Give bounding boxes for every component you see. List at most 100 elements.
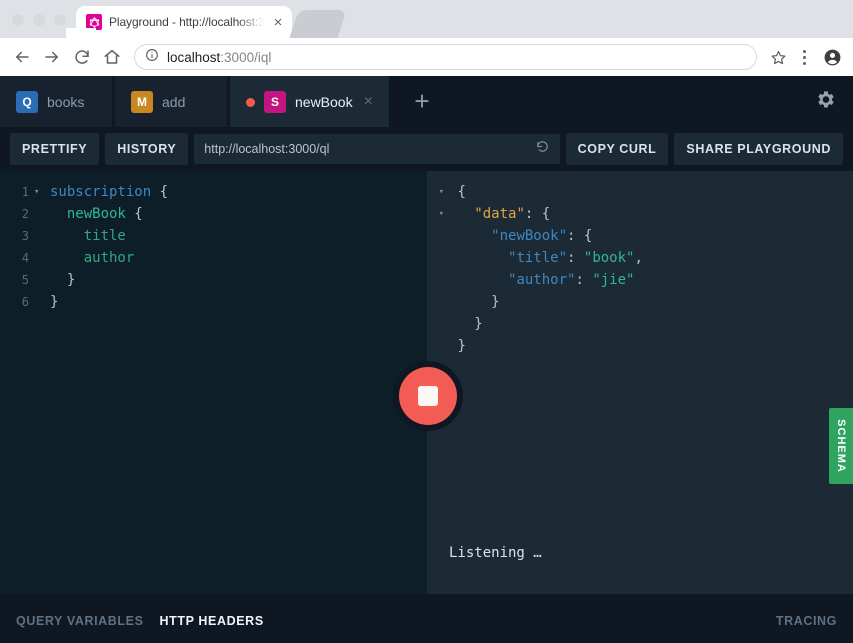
endpoint-input[interactable]: http://localhost:3000/ql [194, 134, 560, 164]
fold-arrow-icon[interactable] [34, 291, 46, 313]
operation-type-badge: M [131, 91, 153, 113]
line-number: 3 [21, 229, 29, 243]
reload-icon[interactable] [68, 43, 96, 71]
schema-drawer-tab[interactable]: SCHEMA [829, 408, 853, 484]
browser-chrome: Playground - http://localhost:3 × localh… [0, 0, 853, 76]
minimize-window-button[interactable] [33, 14, 45, 26]
fold-arrow-icon[interactable] [427, 269, 449, 291]
address-bar-url: localhost:3000/iql [167, 50, 271, 65]
star-icon[interactable] [765, 44, 791, 70]
response-text: } [474, 316, 483, 332]
gear-icon[interactable] [815, 88, 837, 115]
forward-arrow-icon[interactable] [38, 43, 66, 71]
fold-arrow-icon[interactable] [427, 335, 449, 357]
response-text: } [491, 294, 500, 310]
fold-arrow-icon[interactable]: ▾ [34, 181, 46, 203]
graphql-favicon [86, 14, 102, 30]
playground-tab-newbook[interactable]: S newBook × [230, 76, 389, 127]
history-button[interactable]: HISTORY [105, 133, 189, 165]
line-number: 4 [21, 251, 29, 265]
fold-arrow-icon[interactable] [427, 313, 449, 335]
app-window: Playground - http://localhost:3 × localh… [0, 0, 853, 643]
query-editor[interactable]: 1 ▾ subscription {2 newBook {3 title 4 auth… [0, 171, 427, 594]
browser-tab-playground[interactable]: Playground - http://localhost:3 × [76, 6, 293, 38]
playground-tab-label: newBook [295, 94, 353, 110]
http-headers-tab[interactable]: HTTP HEADERS [160, 614, 264, 628]
fold-arrow-icon[interactable]: ▾ [427, 203, 449, 225]
response-text: "newBook": { [491, 228, 593, 244]
code-text: newBook { [66, 206, 143, 222]
response-text: "title": "book", [508, 250, 643, 266]
home-icon[interactable] [98, 43, 126, 71]
window-traffic-lights[interactable] [6, 14, 76, 38]
response-line: } [427, 291, 853, 313]
response-text: "author": "jie" [508, 272, 635, 288]
response-line: ▾ { [427, 181, 853, 203]
unsaved-indicator-dot [246, 97, 255, 107]
fold-arrow-icon[interactable] [34, 225, 46, 247]
url-host: localhost [167, 49, 221, 65]
subscription-status: Listening … [449, 545, 542, 561]
response-text: } [457, 338, 466, 354]
kebab-menu-icon[interactable] [793, 44, 815, 70]
prettify-button[interactable]: PRETTIFY [10, 133, 100, 165]
reset-circular-arrow-icon[interactable] [535, 139, 550, 159]
query-editor-line: 6} [0, 291, 427, 313]
playground-tab-label: add [162, 94, 186, 110]
maximize-window-button[interactable] [54, 14, 66, 26]
fold-arrow-icon[interactable] [34, 203, 46, 225]
query-editor-code[interactable]: 1 ▾ subscription {2 newBook {3 title 4 auth… [0, 181, 427, 313]
query-editor-line: 2 newBook { [0, 203, 427, 225]
response-line: } [427, 335, 853, 357]
playground-toolbar: PRETTIFY HISTORY http://localhost:3000/q… [0, 127, 853, 171]
line-number: 6 [21, 295, 29, 309]
close-window-button[interactable] [12, 14, 24, 26]
close-session-icon[interactable]: × [364, 94, 373, 110]
fold-arrow-icon[interactable] [34, 247, 46, 269]
line-number: 1 [21, 185, 29, 199]
playground-body: 1 ▾ subscription {2 newBook {3 title 4 auth… [0, 171, 853, 594]
response-line: } [427, 313, 853, 335]
fold-arrow-icon[interactable]: ▾ [427, 181, 449, 203]
copy-curl-button[interactable]: COPY CURL [565, 133, 669, 165]
url-path: :3000/iql [220, 49, 272, 65]
line-number: 5 [21, 273, 29, 287]
query-editor-line: 1 ▾ subscription { [0, 181, 427, 203]
query-editor-line: 5 } [0, 269, 427, 291]
close-tab-icon[interactable]: × [272, 15, 285, 30]
response-text: "data": { [474, 206, 551, 222]
fold-arrow-icon[interactable] [34, 269, 46, 291]
new-tab-placeholder[interactable] [289, 10, 347, 38]
fold-arrow-icon[interactable] [427, 247, 449, 269]
playground-tab-add[interactable]: M add [115, 76, 227, 127]
query-variables-tab[interactable]: QUERY VARIABLES [16, 614, 144, 628]
browser-tabstrip: Playground - http://localhost:3 × [0, 0, 853, 38]
toolbar-right-actions: COPY CURL SHARE PLAYGROUND [565, 133, 843, 165]
response-viewer[interactable]: ▾ {▾ "data": { "newBook": { "title": "bo… [427, 171, 853, 594]
endpoint-value: http://localhost:3000/ql [204, 142, 330, 156]
info-circle-icon[interactable] [145, 48, 159, 67]
tracing-tab[interactable]: TRACING [776, 614, 837, 628]
code-text: subscription { [50, 184, 169, 200]
query-editor-line: 4 author [0, 247, 427, 269]
stop-square-icon [418, 386, 438, 406]
response-text: { [457, 184, 466, 200]
account-circle-icon[interactable] [819, 44, 845, 70]
fold-arrow-icon[interactable] [427, 291, 449, 313]
operation-type-badge: Q [16, 91, 38, 113]
address-bar[interactable]: localhost:3000/iql [134, 44, 757, 70]
response-line: "title": "book", [427, 247, 853, 269]
schema-tab-label: SCHEMA [835, 419, 848, 473]
stop-subscription-button[interactable] [399, 367, 457, 425]
fold-arrow-icon[interactable] [427, 225, 449, 247]
operation-type-badge: S [264, 91, 286, 113]
browser-tab-title: Playground - http://localhost:3 [109, 15, 265, 29]
line-number: 2 [21, 207, 29, 221]
share-playground-button[interactable]: SHARE PLAYGROUND [674, 133, 843, 165]
graphql-playground: Q books M add S newBook × + PRETTIFY HIS… [0, 76, 853, 643]
add-session-button[interactable]: + [392, 76, 452, 127]
playground-tab-books[interactable]: Q books [0, 76, 112, 127]
code-text: } [50, 294, 59, 310]
code-text: } [66, 272, 76, 288]
back-arrow-icon[interactable] [8, 43, 36, 71]
